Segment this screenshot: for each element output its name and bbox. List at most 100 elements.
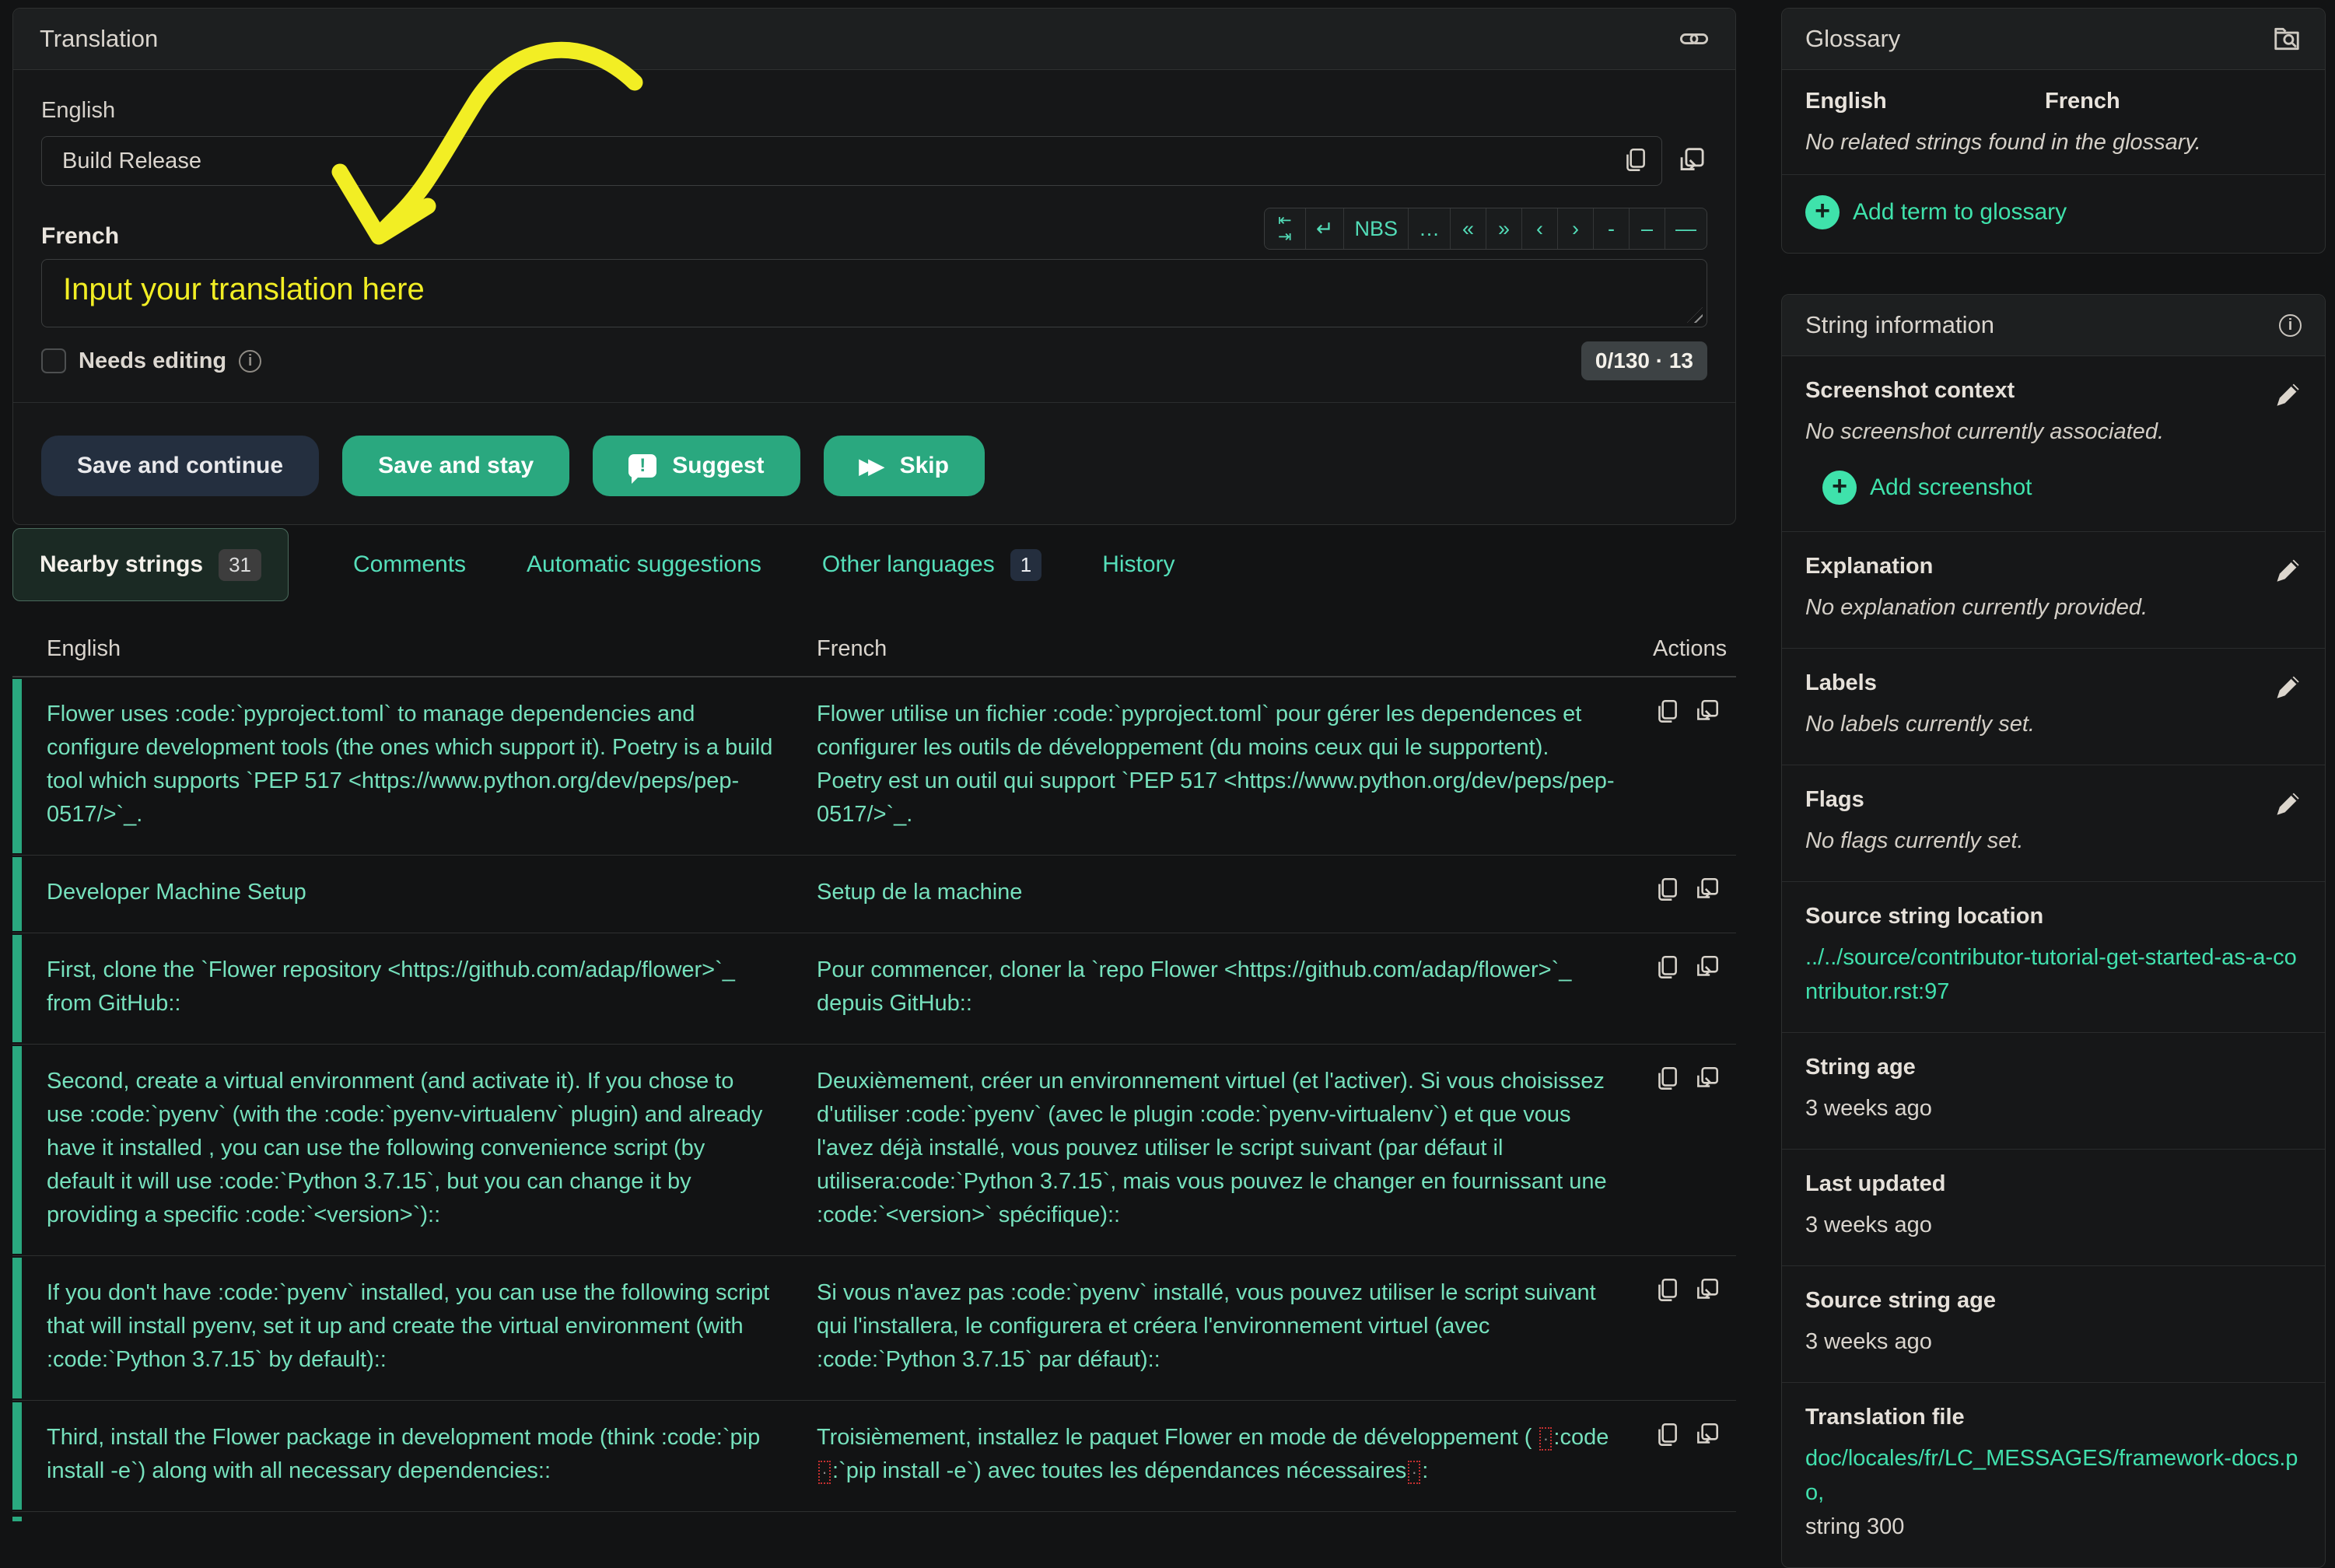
column-header-actions: Actions	[1653, 636, 1744, 662]
whitespace-check-warning: ·	[818, 1461, 831, 1484]
skip-button[interactable]: ▶▶ Skip	[824, 436, 985, 496]
needs-editing-info-icon[interactable]	[239, 350, 261, 373]
section-screenshot-context: Screenshot context No screenshot current…	[1782, 356, 2325, 532]
skip-forward-icon: ▶▶	[859, 454, 884, 478]
column-header-english: English	[47, 636, 817, 662]
tab-automatic-suggestions[interactable]: Automatic suggestions	[527, 551, 761, 578]
suggest-button[interactable]: ! Suggest	[593, 436, 800, 496]
copy-string-icon[interactable]	[1653, 876, 1681, 904]
hyphen-button[interactable]: -	[1593, 208, 1629, 249]
copy-to-translation-icon[interactable]	[1693, 1421, 1721, 1449]
copy-source-icon[interactable]	[1621, 146, 1649, 174]
row-actions	[1653, 1421, 1738, 1488]
plus-circle-icon	[1822, 471, 1857, 505]
tab-other-languages[interactable]: Other languages 1	[822, 549, 1041, 581]
copy-string-icon[interactable]	[1653, 1065, 1681, 1093]
translation-file-link[interactable]: doc/locales/fr/LC_MESSAGES/framework-doc…	[1805, 1446, 2298, 1505]
copy-to-translation-icon[interactable]	[1693, 698, 1721, 726]
needs-editing-label: Needs editing	[79, 348, 226, 374]
copy-string-icon[interactable]	[1653, 1276, 1681, 1304]
em-dash-button[interactable]: —	[1665, 208, 1707, 249]
nearby-strings-count-badge: 31	[219, 549, 261, 581]
save-and-stay-button[interactable]: Save and stay	[342, 436, 569, 496]
clone-to-translation-icon[interactable]	[1676, 145, 1707, 177]
string-information-title: String information	[1805, 311, 1994, 339]
section-last-updated: Last updated 3 weeks ago	[1782, 1150, 2325, 1266]
whitespace-check-warning: ·	[1539, 1427, 1552, 1451]
copy-to-translation-icon[interactable]	[1693, 876, 1721, 904]
translation-editor-panel: Translation English Build Release	[12, 8, 1736, 525]
section-flags: Flags No flags currently set.	[1782, 765, 2325, 882]
glossary-panel: Glossary English French No related strin…	[1781, 8, 2326, 254]
row-actions	[1653, 1276, 1738, 1377]
ellipsis-character-button[interactable]: …	[1408, 208, 1450, 249]
whitespace-check-warning: ·	[1408, 1461, 1420, 1484]
edit-screenshot-icon[interactable]	[2274, 380, 2302, 408]
row-french-text: Si vous n'avez pas :code:`pyenv` install…	[817, 1276, 1653, 1377]
table-row: Second, create a virtual environment (an…	[12, 1045, 1736, 1256]
glossary-column-headers: English French	[1782, 70, 2325, 127]
table-header-row: English French Actions	[12, 636, 1736, 677]
permalink-icon[interactable]	[1679, 24, 1709, 54]
section-source-string-location: Source string location ../../source/cont…	[1782, 882, 2325, 1033]
source-string-field[interactable]: Build Release	[41, 136, 1662, 186]
section-string-age: String age 3 weeks ago	[1782, 1033, 2325, 1150]
nearby-strings-table: English French Actions Flower uses :code…	[12, 636, 1736, 1523]
copy-string-icon[interactable]	[1653, 954, 1681, 982]
left-angle-quote-button[interactable]: ‹	[1521, 208, 1557, 249]
edit-labels-icon[interactable]	[2274, 672, 2302, 700]
suggestion-bubble-icon: !	[628, 454, 656, 478]
source-location-link[interactable]: ../../source/contributor-tutorial-get-st…	[1805, 945, 2297, 1004]
copy-string-icon[interactable]	[1653, 1421, 1681, 1449]
row-english-text: Developer Machine Setup	[47, 876, 817, 909]
row-french-text: Pour commencer, cloner la `repo Flower <…	[817, 954, 1653, 1020]
table-row: Third, install the Flower package in dev…	[12, 1401, 1736, 1512]
en-dash-button[interactable]: –	[1629, 208, 1665, 249]
newline-character-button[interactable]: ↵	[1305, 208, 1344, 249]
left-guillemet-button[interactable]: «	[1450, 208, 1486, 249]
copy-to-translation-icon[interactable]	[1693, 1065, 1721, 1093]
copy-string-icon[interactable]	[1653, 698, 1681, 726]
save-and-continue-button[interactable]: Save and continue	[41, 436, 319, 496]
edit-explanation-icon[interactable]	[2274, 555, 2302, 583]
browse-glossary-icon[interactable]	[2272, 24, 2302, 54]
add-term-to-glossary-link[interactable]: Add term to glossary	[1782, 175, 2325, 253]
needs-editing-checkbox[interactable]	[41, 348, 66, 373]
table-row: If you don't have :code:`pyenv` installe…	[12, 1256, 1736, 1401]
right-guillemet-button[interactable]: »	[1486, 208, 1521, 249]
row-french-text: Flower utilise un fichier :code:`pyproje…	[817, 698, 1653, 831]
glossary-empty-message: No related strings found in the glossary…	[1782, 127, 2325, 175]
editor-actions-bar: Save and continue Save and stay ! Sugges…	[13, 402, 1735, 524]
glossary-title: Glossary	[1805, 25, 1900, 53]
column-header-french: French	[817, 636, 1653, 662]
target-language-label: French	[41, 223, 119, 250]
other-languages-count-badge: 1	[1010, 549, 1041, 581]
section-source-string-age: Source string age 3 weeks ago	[1782, 1266, 2325, 1383]
translation-file-string-number: string 300	[1805, 1514, 1904, 1539]
tab-nearby-strings[interactable]: Nearby strings 31	[12, 528, 289, 601]
table-row: Developer Machine SetupSetup de la machi…	[12, 856, 1736, 933]
row-english-text: If you don't have :code:`pyenv` installe…	[47, 1276, 817, 1377]
row-english-text: Flower uses :code:`pyproject.toml` to ma…	[47, 698, 817, 831]
translation-input[interactable]: Input your translation here	[41, 259, 1707, 327]
tab-comments[interactable]: Comments	[353, 551, 466, 578]
edit-flags-icon[interactable]	[2274, 789, 2302, 817]
right-angle-quote-button[interactable]: ›	[1557, 208, 1593, 249]
row-french-text: Troisièmement, installez le paquet Flowe…	[817, 1421, 1653, 1488]
nbsp-character-button[interactable]: NBS	[1343, 208, 1408, 249]
textarea-resize-handle[interactable]	[1687, 307, 1703, 323]
glossary-col-french: French	[2045, 89, 2120, 114]
detail-tabs: Nearby strings 31 Comments Automatic sug…	[12, 528, 1206, 601]
copy-to-translation-icon[interactable]	[1693, 1276, 1721, 1304]
section-labels: Labels No labels currently set.	[1782, 649, 2325, 765]
annotation-text: Input your translation here	[63, 272, 425, 307]
row-actions	[1653, 876, 1738, 909]
tab-character-button[interactable]: ⇤⇥	[1265, 208, 1305, 249]
string-information-info-icon[interactable]	[2279, 314, 2302, 337]
copy-to-translation-icon[interactable]	[1693, 954, 1721, 982]
add-screenshot-link[interactable]: Add screenshot	[1805, 449, 2302, 508]
tab-history[interactable]: History	[1102, 551, 1175, 578]
source-language-label: English	[41, 98, 1707, 124]
section-translation-file: Translation file doc/locales/fr/LC_MESSA…	[1782, 1383, 2325, 1567]
glossary-col-english: English	[1805, 89, 2045, 114]
